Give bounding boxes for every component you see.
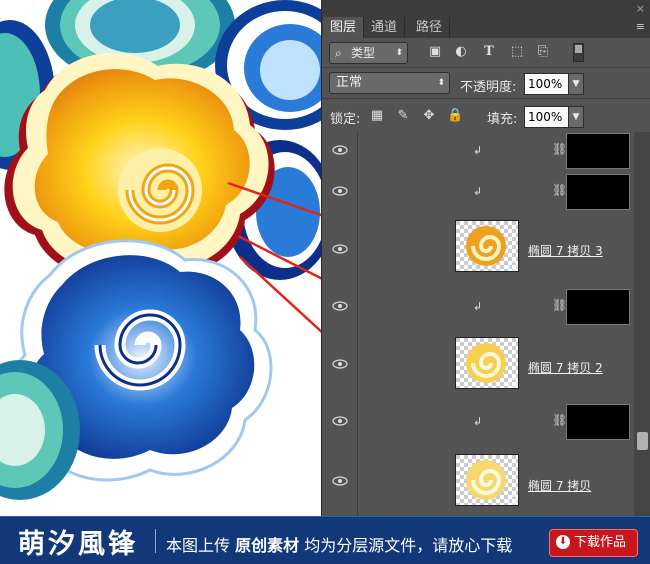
- clip-arrow-icon: ↲: [473, 144, 483, 157]
- layer-row[interactable]: ↲ ⛓: [322, 284, 634, 330]
- visibility-toggle[interactable]: [322, 284, 358, 329]
- eye-icon: [332, 145, 348, 155]
- clip-arrow-icon: ↲: [473, 415, 483, 428]
- layers-panel: 图层 通道 路径 × ≡ ⌕ 类型 ⬍ ▣ ◐ T ⬚ ⎘ 正常 ⬍ 不透明度:…: [321, 0, 650, 516]
- eye-icon: [332, 476, 348, 486]
- link-chain-icon[interactable]: ⛓: [552, 298, 567, 312]
- scrollbar-thumb[interactable]: [637, 432, 648, 450]
- opacity-dropdown-button[interactable]: ▼: [568, 73, 584, 95]
- visibility-toggle[interactable]: [322, 444, 358, 516]
- visibility-toggle[interactable]: [322, 214, 358, 284]
- eye-icon: [332, 416, 348, 426]
- mask-thumbnail[interactable]: [566, 289, 630, 325]
- lock-transparent-icon[interactable]: ▦: [369, 108, 385, 124]
- link-chain-icon[interactable]: ⛓: [552, 183, 567, 197]
- layer-row[interactable]: 椭圆 7 拷贝: [322, 444, 634, 516]
- visibility-toggle[interactable]: [322, 132, 358, 169]
- layer-row[interactable]: ↲ ⛓: [322, 132, 634, 170]
- shape-layer-icon: [508, 495, 518, 505]
- tab-channels[interactable]: 通道: [364, 17, 406, 38]
- lock-row: 锁定: ▦ ✎ ✥ 🔒 填充: 100% ▼: [322, 98, 650, 134]
- close-icon[interactable]: ×: [636, 2, 645, 15]
- lock-position-move-icon[interactable]: ✥: [421, 108, 437, 124]
- chevron-updown-icon: ⬍: [437, 78, 445, 88]
- opacity-label: 不透明度:: [460, 80, 517, 95]
- lock-all-icon[interactable]: 🔒: [447, 108, 463, 124]
- pixel-filter-icon[interactable]: ▣: [427, 44, 443, 60]
- visibility-toggle[interactable]: [322, 169, 358, 214]
- clip-arrow-icon: ↲: [473, 185, 483, 198]
- link-chain-icon[interactable]: ⛓: [552, 142, 567, 156]
- shape-layer-icon: [508, 378, 518, 388]
- shape-filter-icon[interactable]: ⬚: [509, 44, 525, 60]
- visibility-toggle[interactable]: [322, 329, 358, 399]
- layer-row[interactable]: 椭圆 7 拷贝 3: [322, 214, 634, 285]
- fill-label: 填充:: [487, 112, 518, 127]
- footer-text-prefix: 本图上传: [166, 536, 231, 555]
- layer-row[interactable]: ↲ ⛓: [322, 169, 634, 215]
- blend-mode-select[interactable]: 正常 ⬍: [329, 72, 450, 94]
- layer-name[interactable]: 椭圆 7 拷贝: [528, 477, 591, 494]
- download-icon: ⬇: [556, 535, 570, 549]
- visibility-toggle[interactable]: [322, 399, 358, 444]
- footer-divider: [155, 529, 156, 553]
- layers-scrollbar[interactable]: [634, 132, 650, 516]
- tab-layers[interactable]: 图层: [323, 17, 365, 38]
- download-label: 下载作品: [574, 535, 627, 550]
- lock-pixels-brush-icon[interactable]: ✎: [395, 108, 411, 124]
- footer-text-bold: 原创素材: [235, 536, 300, 555]
- blend-mode-value: 正常: [336, 75, 363, 90]
- lock-label: 锁定:: [330, 112, 361, 127]
- clip-arrow-icon: ↲: [473, 300, 483, 313]
- footer-banner: 萌汐風锋 本图上传 原创素材 均为分层源文件，请放心下载 ⬇ 下载作品: [0, 516, 650, 564]
- link-chain-icon[interactable]: ⛓: [552, 413, 567, 427]
- layer-row[interactable]: 椭圆 7 拷贝 2: [322, 329, 634, 400]
- blend-row: 正常 ⬍ 不透明度: 100% ▼: [322, 67, 650, 98]
- eye-icon: [332, 301, 348, 311]
- footer-brand-logo: 萌汐風锋: [18, 529, 138, 560]
- fill-dropdown-button[interactable]: ▼: [568, 106, 584, 128]
- footer-tagline: 本图上传 原创素材 均为分层源文件，请放心下载: [166, 532, 512, 556]
- layer-row[interactable]: ↲ ⛓: [322, 399, 634, 445]
- filter-kind-label: 类型: [351, 46, 376, 60]
- mask-thumbnail[interactable]: [566, 174, 630, 210]
- layer-filter-row: ⌕ 类型 ⬍ ▣ ◐ T ⬚ ⎘: [322, 38, 650, 66]
- smart-object-filter-icon[interactable]: ⎘: [535, 44, 551, 60]
- mask-thumbnail[interactable]: [566, 404, 630, 440]
- type-filter-icon[interactable]: T: [481, 44, 497, 60]
- tab-paths[interactable]: 路径: [409, 17, 451, 38]
- layer-name[interactable]: 椭圆 7 拷贝 2: [528, 359, 603, 376]
- chevron-updown-icon: ⬍: [395, 48, 403, 58]
- panel-menu-icon[interactable]: ≡: [636, 20, 645, 33]
- panel-tabbar: 图层 通道 路径 × ≡: [322, 0, 650, 38]
- footer-text-suffix: 均为分层源文件，请放心下载: [304, 536, 513, 555]
- opacity-input[interactable]: 100%: [524, 73, 570, 95]
- layer-list: ↲ ⛓ ↲ ⛓ 椭圆 7 拷贝 3 ↲ ⛓ 椭圆 7 拷贝 2 ↲ ⛓ 椭圆 7…: [322, 132, 634, 516]
- layer-name[interactable]: 椭圆 7 拷贝 3: [528, 242, 603, 259]
- download-work-button[interactable]: ⬇ 下载作品: [549, 529, 638, 557]
- mask-thumbnail[interactable]: [566, 133, 630, 169]
- shape-layer-icon: [508, 261, 518, 271]
- fill-input[interactable]: 100%: [524, 106, 570, 128]
- search-icon: ⌕: [335, 46, 342, 60]
- eye-icon: [332, 359, 348, 369]
- eye-icon: [332, 244, 348, 254]
- adjustment-filter-icon[interactable]: ◐: [453, 44, 469, 60]
- filter-kind-select[interactable]: ⌕ 类型 ⬍: [329, 42, 408, 64]
- eye-icon: [332, 186, 348, 196]
- filter-toggle-switch[interactable]: [573, 43, 584, 62]
